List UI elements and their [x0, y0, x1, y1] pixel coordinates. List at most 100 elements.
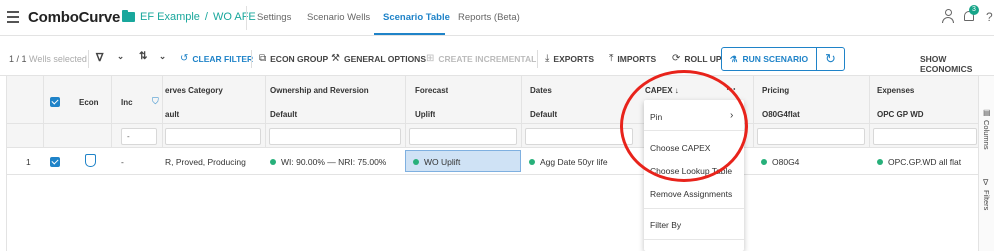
row-dates[interactable]: Agg Date 50yr life: [529, 157, 639, 167]
header-divider: [246, 6, 247, 30]
refresh-icon: ↻: [825, 51, 836, 66]
row-forecast[interactable]: WO Uplift: [413, 157, 517, 167]
flask-icon: ⚗: [729, 53, 738, 64]
run-scenario-button[interactable]: ⚗ RUN SCENARIO: [721, 47, 817, 71]
row-reserves[interactable]: R, Proved, Producing: [165, 157, 261, 167]
imports-button[interactable]: ⤒ IMPORTS: [609, 53, 656, 64]
filter-icon[interactable]: ∇: [96, 51, 103, 64]
menu-divider: [644, 239, 744, 240]
expenses-filter-input[interactable]: [873, 128, 977, 145]
econ-group-button[interactable]: ⧉ ECON GROUP: [259, 53, 328, 64]
scenario-table: Econ Inc ⛉ erves Category ault Ownership…: [6, 76, 979, 251]
tab-settings[interactable]: Settings: [257, 12, 291, 23]
ownership-filter-input[interactable]: [269, 128, 401, 145]
undo-icon: ↺: [180, 53, 189, 64]
status-dot: [270, 159, 276, 165]
app-logo[interactable]: ComboCurve: [28, 9, 120, 26]
menu-divider: [644, 208, 744, 209]
column-filter-icon[interactable]: ⛉: [152, 96, 159, 107]
notification-badge: 3: [969, 5, 979, 15]
column-default-ownership[interactable]: Default: [270, 110, 402, 119]
show-economics-button[interactable]: SHOW ECONOMICS: [920, 54, 994, 74]
tab-scenario-table[interactable]: Scenario Table: [383, 12, 450, 23]
inc-filter-input[interactable]: -: [121, 128, 157, 145]
column-divider: [753, 76, 754, 148]
dates-filter-input[interactable]: [525, 128, 633, 145]
roll-up-button[interactable]: ⟳ ROLL UP: [672, 53, 722, 64]
active-tab-indicator: [374, 33, 445, 35]
column-header-forecast[interactable]: Forecast: [415, 86, 448, 95]
menu-icon[interactable]: [7, 11, 19, 23]
help-icon[interactable]: ?: [986, 10, 993, 24]
import-icon: ⤒: [609, 53, 614, 64]
column-default-reserves[interactable]: ault: [165, 110, 263, 119]
money-bag-icon[interactable]: [85, 154, 96, 167]
refresh-button[interactable]: ↻: [816, 47, 845, 71]
column-header-ownership[interactable]: Ownership and Reversion: [270, 86, 402, 95]
folder-icon: [122, 10, 135, 22]
side-panel: ▤ Columns ∇ Filters: [978, 76, 994, 251]
column-default-pricing[interactable]: O80G4flat: [762, 110, 800, 119]
columns-panel-toggle[interactable]: Columns: [982, 120, 991, 150]
filters-panel-toggle[interactable]: Filters: [982, 190, 991, 210]
clear-filter-button[interactable]: ↺ CLEAR FILTER: [180, 53, 253, 64]
column-header-econ[interactable]: Econ: [79, 98, 99, 107]
export-icon: ⤓: [545, 53, 550, 64]
column-header-dates[interactable]: Dates: [530, 86, 552, 95]
layers-icon: ⧉: [259, 53, 267, 64]
user-icon[interactable]: [942, 9, 954, 24]
top-bar: ComboCurve EF Example / WO AFE Settings …: [0, 0, 994, 36]
sort-icon[interactable]: ⇅: [139, 51, 147, 62]
row-ownership[interactable]: WI: 90.00% — NRI: 75.00%: [270, 157, 404, 167]
column-header-reserves-category[interactable]: erves Category: [165, 86, 263, 95]
toolbar-divider: [537, 50, 538, 68]
toolbar-divider: [251, 50, 252, 68]
row-pricing[interactable]: O80G4: [761, 157, 865, 167]
row-expenses[interactable]: OPC.GP.WD all flat: [877, 157, 977, 167]
tab-reports[interactable]: Reports (Beta): [458, 12, 520, 23]
status-dot: [413, 159, 419, 165]
tab-scenario-wells[interactable]: Scenario Wells: [307, 12, 370, 23]
chevron-down-icon[interactable]: ⌄: [159, 51, 166, 62]
menu-item-remove-assignments[interactable]: Remove Assignments: [650, 189, 732, 199]
status-dot: [529, 159, 535, 165]
incremental-icon: ⊞: [426, 53, 435, 64]
row-inc[interactable]: -: [121, 157, 124, 167]
exports-button[interactable]: ⤓ EXPORTS: [545, 53, 594, 64]
column-header-expenses[interactable]: Expenses: [877, 86, 914, 95]
menu-item-filter-by[interactable]: Filter By: [650, 220, 681, 230]
selection-label: Wells selected: [29, 54, 87, 64]
selection-status: 1 / 1 Wells selected: [9, 54, 87, 64]
wrench-icon: ⚒: [331, 53, 340, 64]
selection-count: 1 / 1: [9, 54, 27, 64]
column-divider: [43, 76, 44, 148]
column-divider: [162, 76, 163, 148]
toolbar: 1 / 1 Wells selected ∇ ⌄ ⇅ ⌄ ↺ CLEAR FIL…: [0, 36, 994, 76]
row-checkbox[interactable]: [50, 157, 60, 167]
general-options-button[interactable]: ⚒ GENERAL OPTIONS: [331, 53, 426, 64]
column-default-forecast[interactable]: Uplift: [415, 110, 435, 119]
forecast-filter-input[interactable]: [409, 128, 517, 145]
status-dot: [761, 159, 767, 165]
filter-icon[interactable]: ∇: [983, 178, 988, 187]
column-default-expenses[interactable]: OPC GP WD: [877, 110, 924, 119]
column-divider: [265, 76, 266, 148]
roll-up-icon: ⟳: [672, 53, 681, 64]
column-header-inc[interactable]: Inc: [121, 98, 133, 107]
column-header-pricing[interactable]: Pricing: [762, 86, 789, 95]
chevron-down-icon[interactable]: ⌄: [117, 51, 124, 62]
pricing-filter-input[interactable]: [757, 128, 865, 145]
column-divider: [405, 76, 406, 148]
column-default-dates[interactable]: Default: [530, 110, 557, 119]
column-divider: [521, 76, 522, 148]
columns-icon[interactable]: ▤: [983, 108, 991, 117]
breadcrumb-separator: /: [204, 11, 208, 23]
breadcrumb-scenario[interactable]: WO AFE: [213, 11, 256, 23]
reserves-filter-input[interactable]: [165, 128, 261, 145]
column-divider: [111, 76, 112, 148]
select-all-checkbox[interactable]: [50, 97, 60, 107]
row-index: 1: [26, 157, 31, 167]
status-dot: [877, 159, 883, 165]
highlight-annotation: [620, 70, 748, 182]
breadcrumb-project[interactable]: EF Example: [140, 11, 200, 23]
